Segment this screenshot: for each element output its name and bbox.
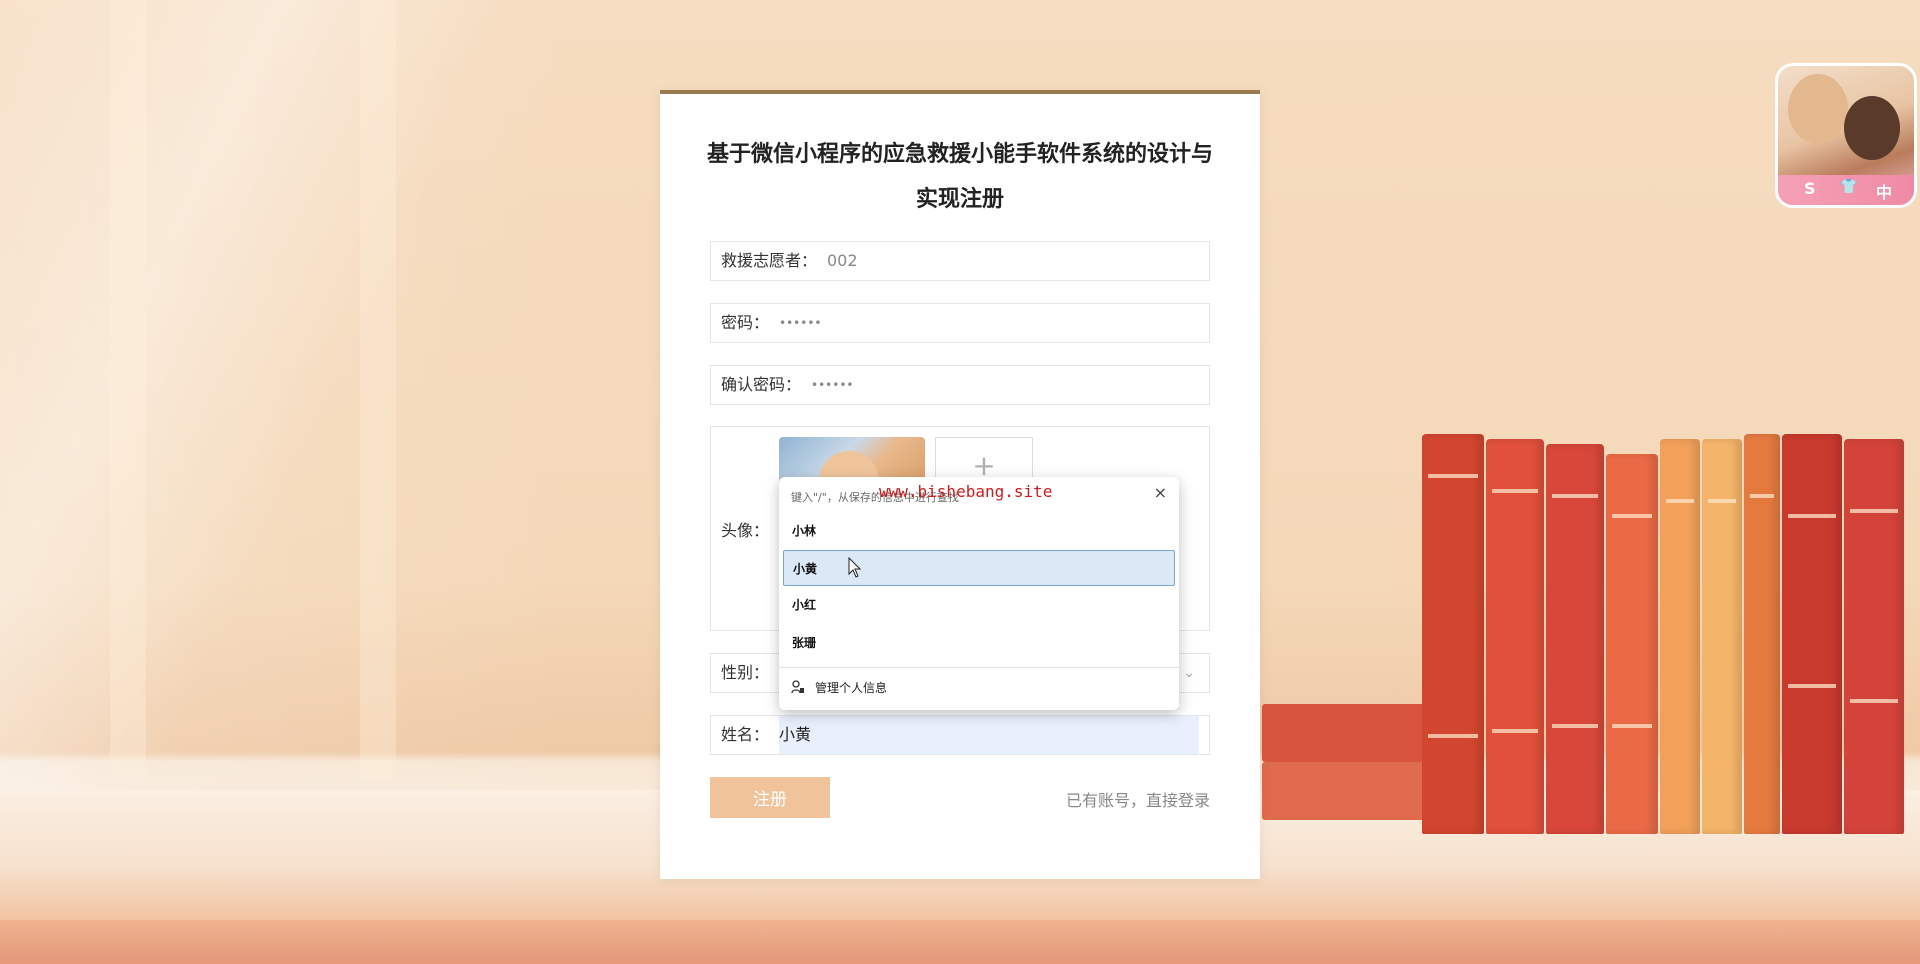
password-label: 密码： [721, 313, 770, 332]
book [1744, 434, 1780, 834]
username-label: 救援志愿者： [721, 251, 818, 270]
manage-profile-button[interactable]: 管理个人信息 [791, 674, 887, 702]
name-field[interactable]: 姓名： 小黄 [710, 715, 1210, 755]
books-illustration [1262, 414, 1912, 834]
book [1546, 444, 1604, 834]
autofill-item-selected[interactable]: 小黄 [783, 550, 1175, 586]
autofill-item[interactable]: 小林 [783, 513, 1175, 549]
gender-label: 性别： [721, 663, 770, 682]
s-icon: S [1804, 179, 1816, 198]
page-title: 基于微信小程序的应急救援小能手软件系统的设计与实现注册 [706, 142, 1213, 212]
shirt-icon: 👕 [1840, 179, 1858, 195]
confirm-password-label: 确认密码： [721, 375, 802, 394]
confirm-password-field[interactable]: 确认密码： •••••• [710, 365, 1210, 405]
name-value: 小黄 [779, 725, 812, 744]
window-frame [360, 0, 396, 780]
avatar-label: 头像： [721, 521, 770, 540]
book [1844, 439, 1904, 834]
username-value: 002 [827, 251, 858, 270]
autofill-item[interactable]: 张珊 [783, 625, 1175, 661]
autofill-item[interactable]: 小红 [783, 587, 1175, 623]
close-icon[interactable]: × [1154, 483, 1167, 502]
book [1486, 439, 1544, 834]
register-button[interactable]: 注册 [710, 777, 830, 818]
corner-avatar-toolbar: S 👕 中 [1778, 175, 1914, 205]
name-input[interactable]: 小黄 [779, 716, 1199, 754]
book [1422, 434, 1484, 834]
book [1606, 454, 1658, 834]
username-field[interactable]: 救援志愿者： 002 [710, 241, 1210, 281]
book [1702, 439, 1742, 834]
password-value: •••••• [779, 316, 822, 330]
book [1660, 439, 1700, 834]
autofill-dropdown: 键入"/"，从保存的信息中进行查找 www.bishebang.site × 小… [779, 477, 1179, 710]
person-icon [791, 676, 805, 694]
name-label: 姓名： [721, 725, 770, 744]
confirm-password-value: •••••• [811, 378, 854, 392]
window-frame [110, 0, 146, 780]
book [1782, 434, 1842, 834]
watermark: www.bishebang.site [879, 482, 1053, 501]
chevron-down-icon: ⌄ [1183, 665, 1195, 681]
chinese-input-icon: 中 [1876, 183, 1893, 202]
table-edge [0, 920, 1920, 964]
login-link[interactable]: 已有账号，直接登录 [1066, 787, 1210, 811]
divider [779, 667, 1179, 668]
mouse-cursor-icon [848, 557, 862, 578]
password-field[interactable]: 密码： •••••• [710, 303, 1210, 343]
corner-avatar[interactable]: S 👕 中 [1775, 63, 1917, 208]
manage-profile-label: 管理个人信息 [815, 681, 888, 695]
